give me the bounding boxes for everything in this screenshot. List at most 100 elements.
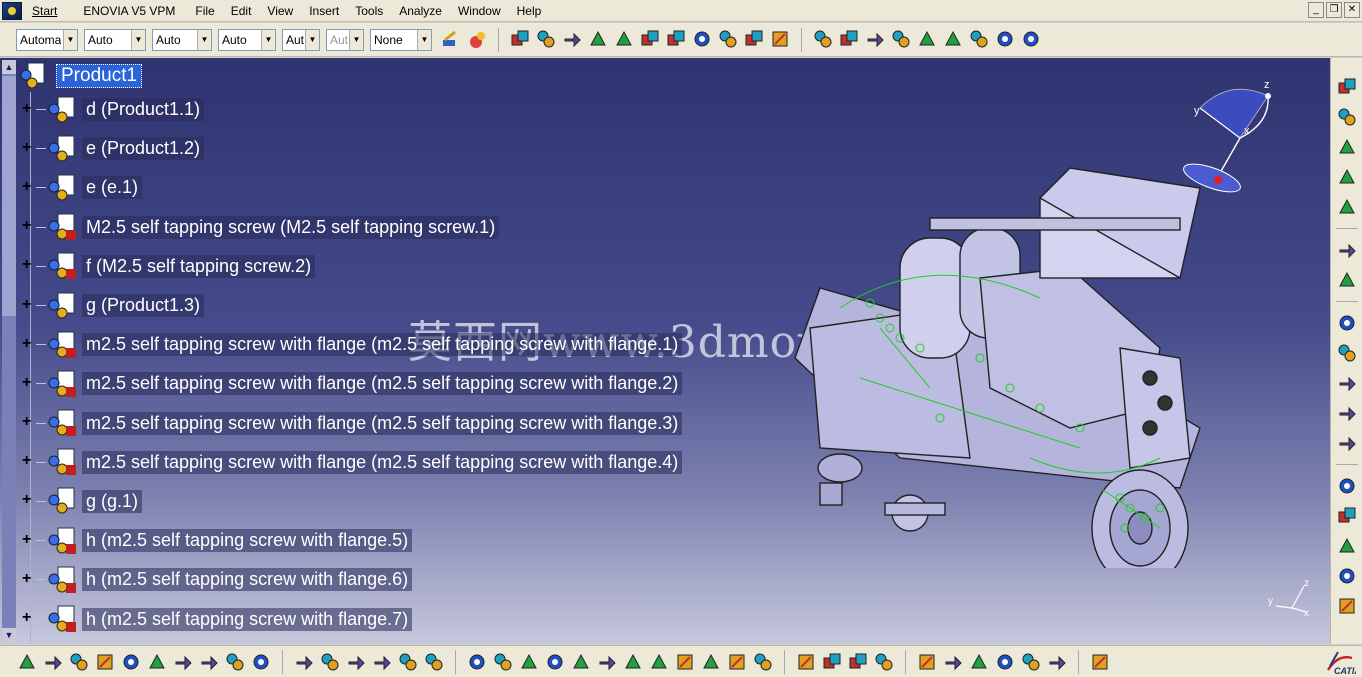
generate-numbering-icon[interactable] xyxy=(691,28,713,50)
menu-file[interactable]: File xyxy=(187,1,222,21)
gear-icon[interactable] xyxy=(509,28,531,50)
rendering-style-combo[interactable]: Aut ▼ xyxy=(326,28,364,51)
reuse-pattern-icon[interactable] xyxy=(1336,402,1358,424)
expand-icon[interactable]: + xyxy=(22,139,36,156)
transparency-combo[interactable]: Auto ▼ xyxy=(84,28,146,51)
expand-icon[interactable]: + xyxy=(22,257,36,273)
chevron-down-icon[interactable]: ▼ xyxy=(305,29,319,50)
tree-node-label[interactable]: h (m2.5 self tapping screw with flange.6… xyxy=(82,568,413,592)
scroll-up-icon[interactable]: ▲ xyxy=(2,60,16,74)
scenes-icon[interactable] xyxy=(1020,28,1042,50)
tree-node[interactable]: + h (m2.5 self tapping screw with flange.… xyxy=(18,521,758,560)
chevron-down-icon[interactable]: ▼ xyxy=(349,29,363,50)
iso-view-icon[interactable] xyxy=(674,651,696,673)
fix-together-icon[interactable] xyxy=(1336,312,1358,334)
point-symbol-combo[interactable]: Aut ▼ xyxy=(282,28,320,51)
new-icon[interactable] xyxy=(16,651,38,673)
tree-node[interactable]: + d (Product1.1) xyxy=(18,90,758,129)
copy-icon[interactable] xyxy=(146,651,168,673)
bottle-icon[interactable] xyxy=(1020,651,1042,673)
tree-node-label[interactable]: M2.5 self tapping screw (M2.5 self tappi… xyxy=(82,215,500,239)
tree-node[interactable]: + g (g.1) xyxy=(18,482,758,521)
tree-node[interactable]: + h (m2.5 self tapping screw with flange.… xyxy=(18,560,758,599)
move-up-icon[interactable] xyxy=(1336,475,1358,497)
chart-icon[interactable] xyxy=(873,651,895,673)
chevron-down-icon[interactable]: ▼ xyxy=(131,29,145,50)
expand-icon[interactable]: + xyxy=(22,610,36,626)
menu-tools[interactable]: Tools xyxy=(347,1,391,21)
formula-icon[interactable] xyxy=(293,651,315,673)
expand-icon[interactable]: + xyxy=(22,178,36,195)
contact-icon[interactable] xyxy=(1336,136,1358,158)
chevron-down-icon[interactable]: ▼ xyxy=(197,29,211,50)
tree-node-label[interactable]: m2.5 self tapping screw with flange (m2.… xyxy=(82,411,683,435)
assembly-model[interactable] xyxy=(780,128,1240,568)
menu-view[interactable]: View xyxy=(259,1,301,21)
tree-node-label[interactable]: e (Product1.2) xyxy=(82,137,205,161)
tree-node-label[interactable]: m2.5 self tapping screw with flange (m2.… xyxy=(82,450,683,474)
menu-help[interactable]: Help xyxy=(509,1,550,21)
menu-analyze[interactable]: Analyze xyxy=(391,1,450,21)
menu-enovia[interactable]: ENOVIA V5 VPM xyxy=(75,1,183,21)
link-icon[interactable] xyxy=(769,28,791,50)
cut-icon[interactable] xyxy=(120,651,142,673)
text-icon[interactable] xyxy=(1336,595,1358,617)
tree-node[interactable]: + m2.5 self tapping screw with flange (m2… xyxy=(18,443,758,482)
refresh-icon[interactable] xyxy=(994,28,1016,50)
tree-icon[interactable] xyxy=(371,651,393,673)
compass-icon[interactable]: z y x xyxy=(1180,68,1290,198)
undo-icon[interactable] xyxy=(198,651,220,673)
paste-icon[interactable] xyxy=(172,651,194,673)
tree-node[interactable]: + h (m2.5 self tapping screw with flange.… xyxy=(18,599,758,638)
lock-icon[interactable] xyxy=(397,651,419,673)
minimize-icon[interactable]: _ xyxy=(1308,2,1324,18)
close-icon[interactable]: ✕ xyxy=(1344,2,1360,18)
swap-icon[interactable] xyxy=(795,651,817,673)
annotation-icon[interactable] xyxy=(1336,565,1358,587)
save-icon[interactable] xyxy=(68,651,90,673)
expand-icon[interactable]: + xyxy=(22,570,36,587)
tree-node[interactable]: + e (Product1.2) xyxy=(18,129,758,168)
graph-tree-icon[interactable] xyxy=(665,28,687,50)
hide-show-icon[interactable] xyxy=(752,651,774,673)
redo-icon[interactable] xyxy=(224,651,246,673)
restore-icon[interactable]: ❐ xyxy=(1326,2,1342,18)
sketch-icon[interactable] xyxy=(916,28,938,50)
tree-node[interactable]: + m2.5 self tapping screw with flange (m2… xyxy=(18,364,758,403)
tree-node-label[interactable]: g (Product1.3) xyxy=(82,294,205,318)
multi-view-icon[interactable] xyxy=(648,651,670,673)
tree-node[interactable]: + M2.5 self tapping screw (M2.5 self tapp… xyxy=(18,208,758,247)
format-painter-icon[interactable] xyxy=(440,29,462,51)
menu-edit[interactable]: Edit xyxy=(223,1,260,21)
tree-node-label[interactable]: h (m2.5 self tapping screw with flange.5… xyxy=(82,529,413,553)
expand-icon[interactable]: + xyxy=(22,531,36,548)
camera-icon[interactable] xyxy=(916,651,938,673)
tree-node-label[interactable]: h (m2.5 self tapping screw with flange.7… xyxy=(82,607,413,631)
chevron-down-icon[interactable]: ▼ xyxy=(261,29,275,50)
chevron-down-icon[interactable]: ▼ xyxy=(63,29,77,50)
comment-icon[interactable] xyxy=(319,651,341,673)
tree-node[interactable]: + f (M2.5 self tapping screw.2) xyxy=(18,247,758,286)
fly-icon[interactable] xyxy=(466,651,488,673)
tree-node[interactable]: + m2.5 self tapping screw with flange (m2… xyxy=(18,325,758,364)
fit-all-icon[interactable] xyxy=(492,651,514,673)
tree-node-label[interactable]: m2.5 self tapping screw with flange (m2.… xyxy=(82,333,683,357)
quick-constraint-icon[interactable] xyxy=(1336,342,1358,364)
3d-viewport[interactable]: ▲ ▼ 莫西网www.3dmox.com xyxy=(0,58,1330,644)
table-icon[interactable] xyxy=(345,651,367,673)
scroll-thumb[interactable] xyxy=(2,76,16,316)
menu-window[interactable]: Window xyxy=(450,1,509,21)
scroll-down-icon[interactable]: ▼ xyxy=(2,628,16,642)
zoom-in-icon[interactable] xyxy=(570,651,592,673)
sync-icon[interactable] xyxy=(1046,651,1068,673)
cut-section-icon[interactable] xyxy=(968,651,990,673)
pan-icon[interactable] xyxy=(518,651,540,673)
replace-component-icon[interactable] xyxy=(639,28,661,50)
measure-icon[interactable] xyxy=(1336,535,1358,557)
tree-node-label[interactable]: g (g.1) xyxy=(82,489,143,513)
tree-node[interactable]: + g (Product1.3) xyxy=(18,286,758,325)
multi-instantiation-icon[interactable] xyxy=(743,28,765,50)
expand-icon[interactable]: + xyxy=(22,100,36,117)
lines-icon[interactable] xyxy=(821,651,843,673)
tree-node-label[interactable]: d (Product1.1) xyxy=(82,98,205,122)
